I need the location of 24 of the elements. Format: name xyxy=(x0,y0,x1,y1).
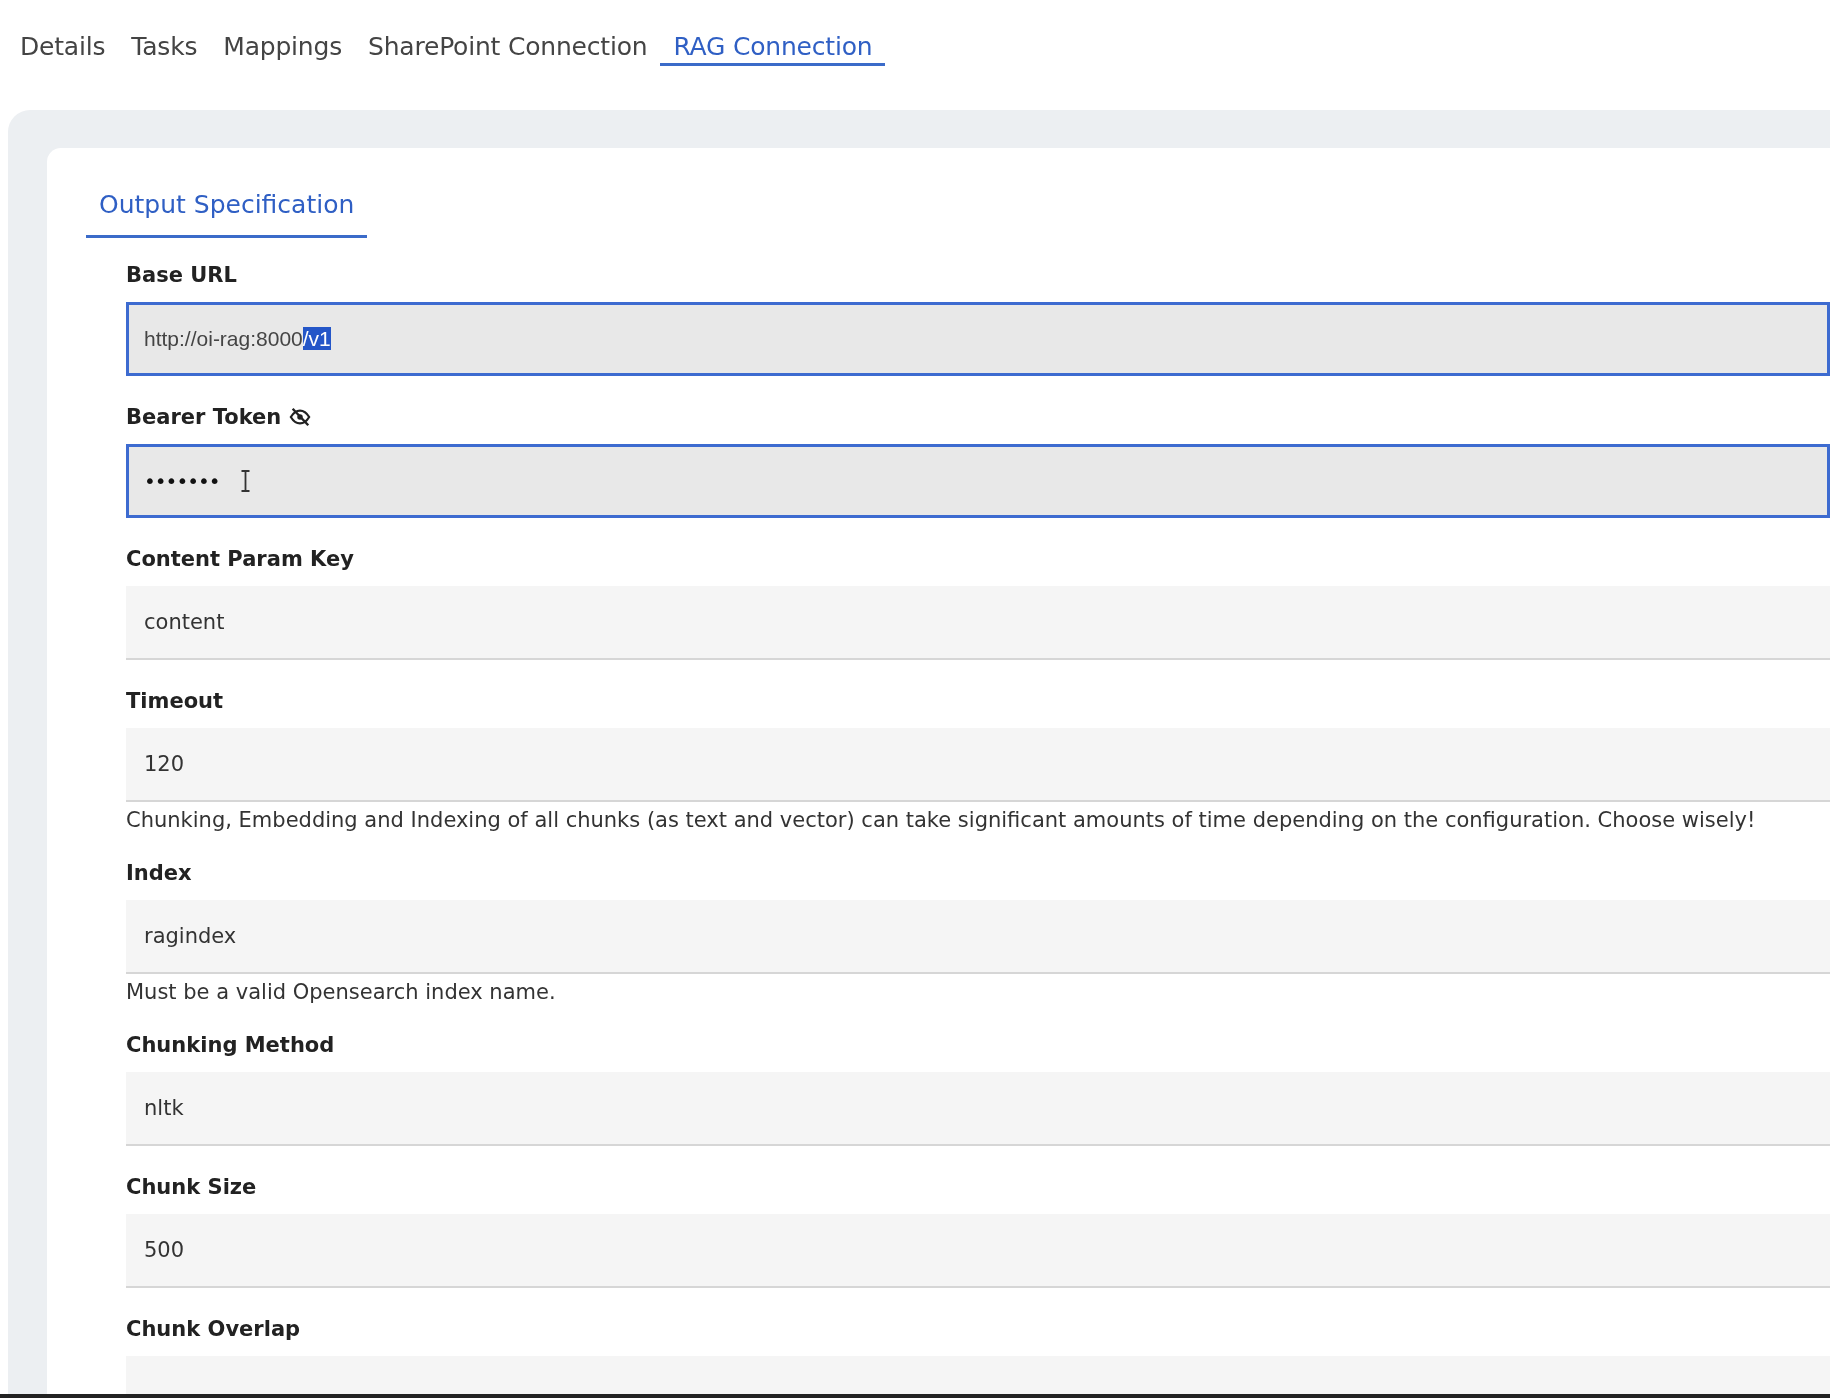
field-label: Content Param Key xyxy=(126,547,354,571)
tab[interactable]: RAG Connection xyxy=(660,18,886,66)
tab[interactable]: Details xyxy=(7,18,119,66)
section-tab[interactable]: Output Specification xyxy=(86,186,368,238)
field-label: Index xyxy=(126,861,192,885)
field-label: Chunking Method xyxy=(126,1033,335,1057)
field-label: Base URL xyxy=(126,263,237,287)
help-text: Chunking, Embedding and Indexing of all chunks (as text and vector) can take significant amounts of time depending on the configuration. Choose wisely! xyxy=(126,808,1757,832)
url-field[interactable]: http://oi-rag:8000/v1 xyxy=(126,302,1830,376)
tab[interactable]: Mappings xyxy=(210,18,355,66)
password-field[interactable]: ••••••• xyxy=(126,444,1830,518)
field-label: Chunk Size xyxy=(126,1175,257,1199)
field-label: Chunk Overlap xyxy=(126,1317,301,1341)
input-field[interactable]: ragindex xyxy=(126,900,1830,974)
help-text: Must be a valid Opensearch index name. xyxy=(126,980,557,1004)
input-field[interactable]: 120 xyxy=(126,728,1830,802)
field-label: Timeout xyxy=(126,689,224,713)
input-field[interactable]: nltk xyxy=(126,1072,1830,1146)
input-field[interactable]: content xyxy=(126,586,1830,660)
tab[interactable]: SharePoint Connection xyxy=(355,18,661,66)
input-field[interactable]: 500 xyxy=(126,1214,1830,1288)
tab[interactable]: Tasks xyxy=(118,18,211,66)
text-cursor-icon xyxy=(239,470,251,492)
field-label: Bearer Token xyxy=(126,405,282,429)
